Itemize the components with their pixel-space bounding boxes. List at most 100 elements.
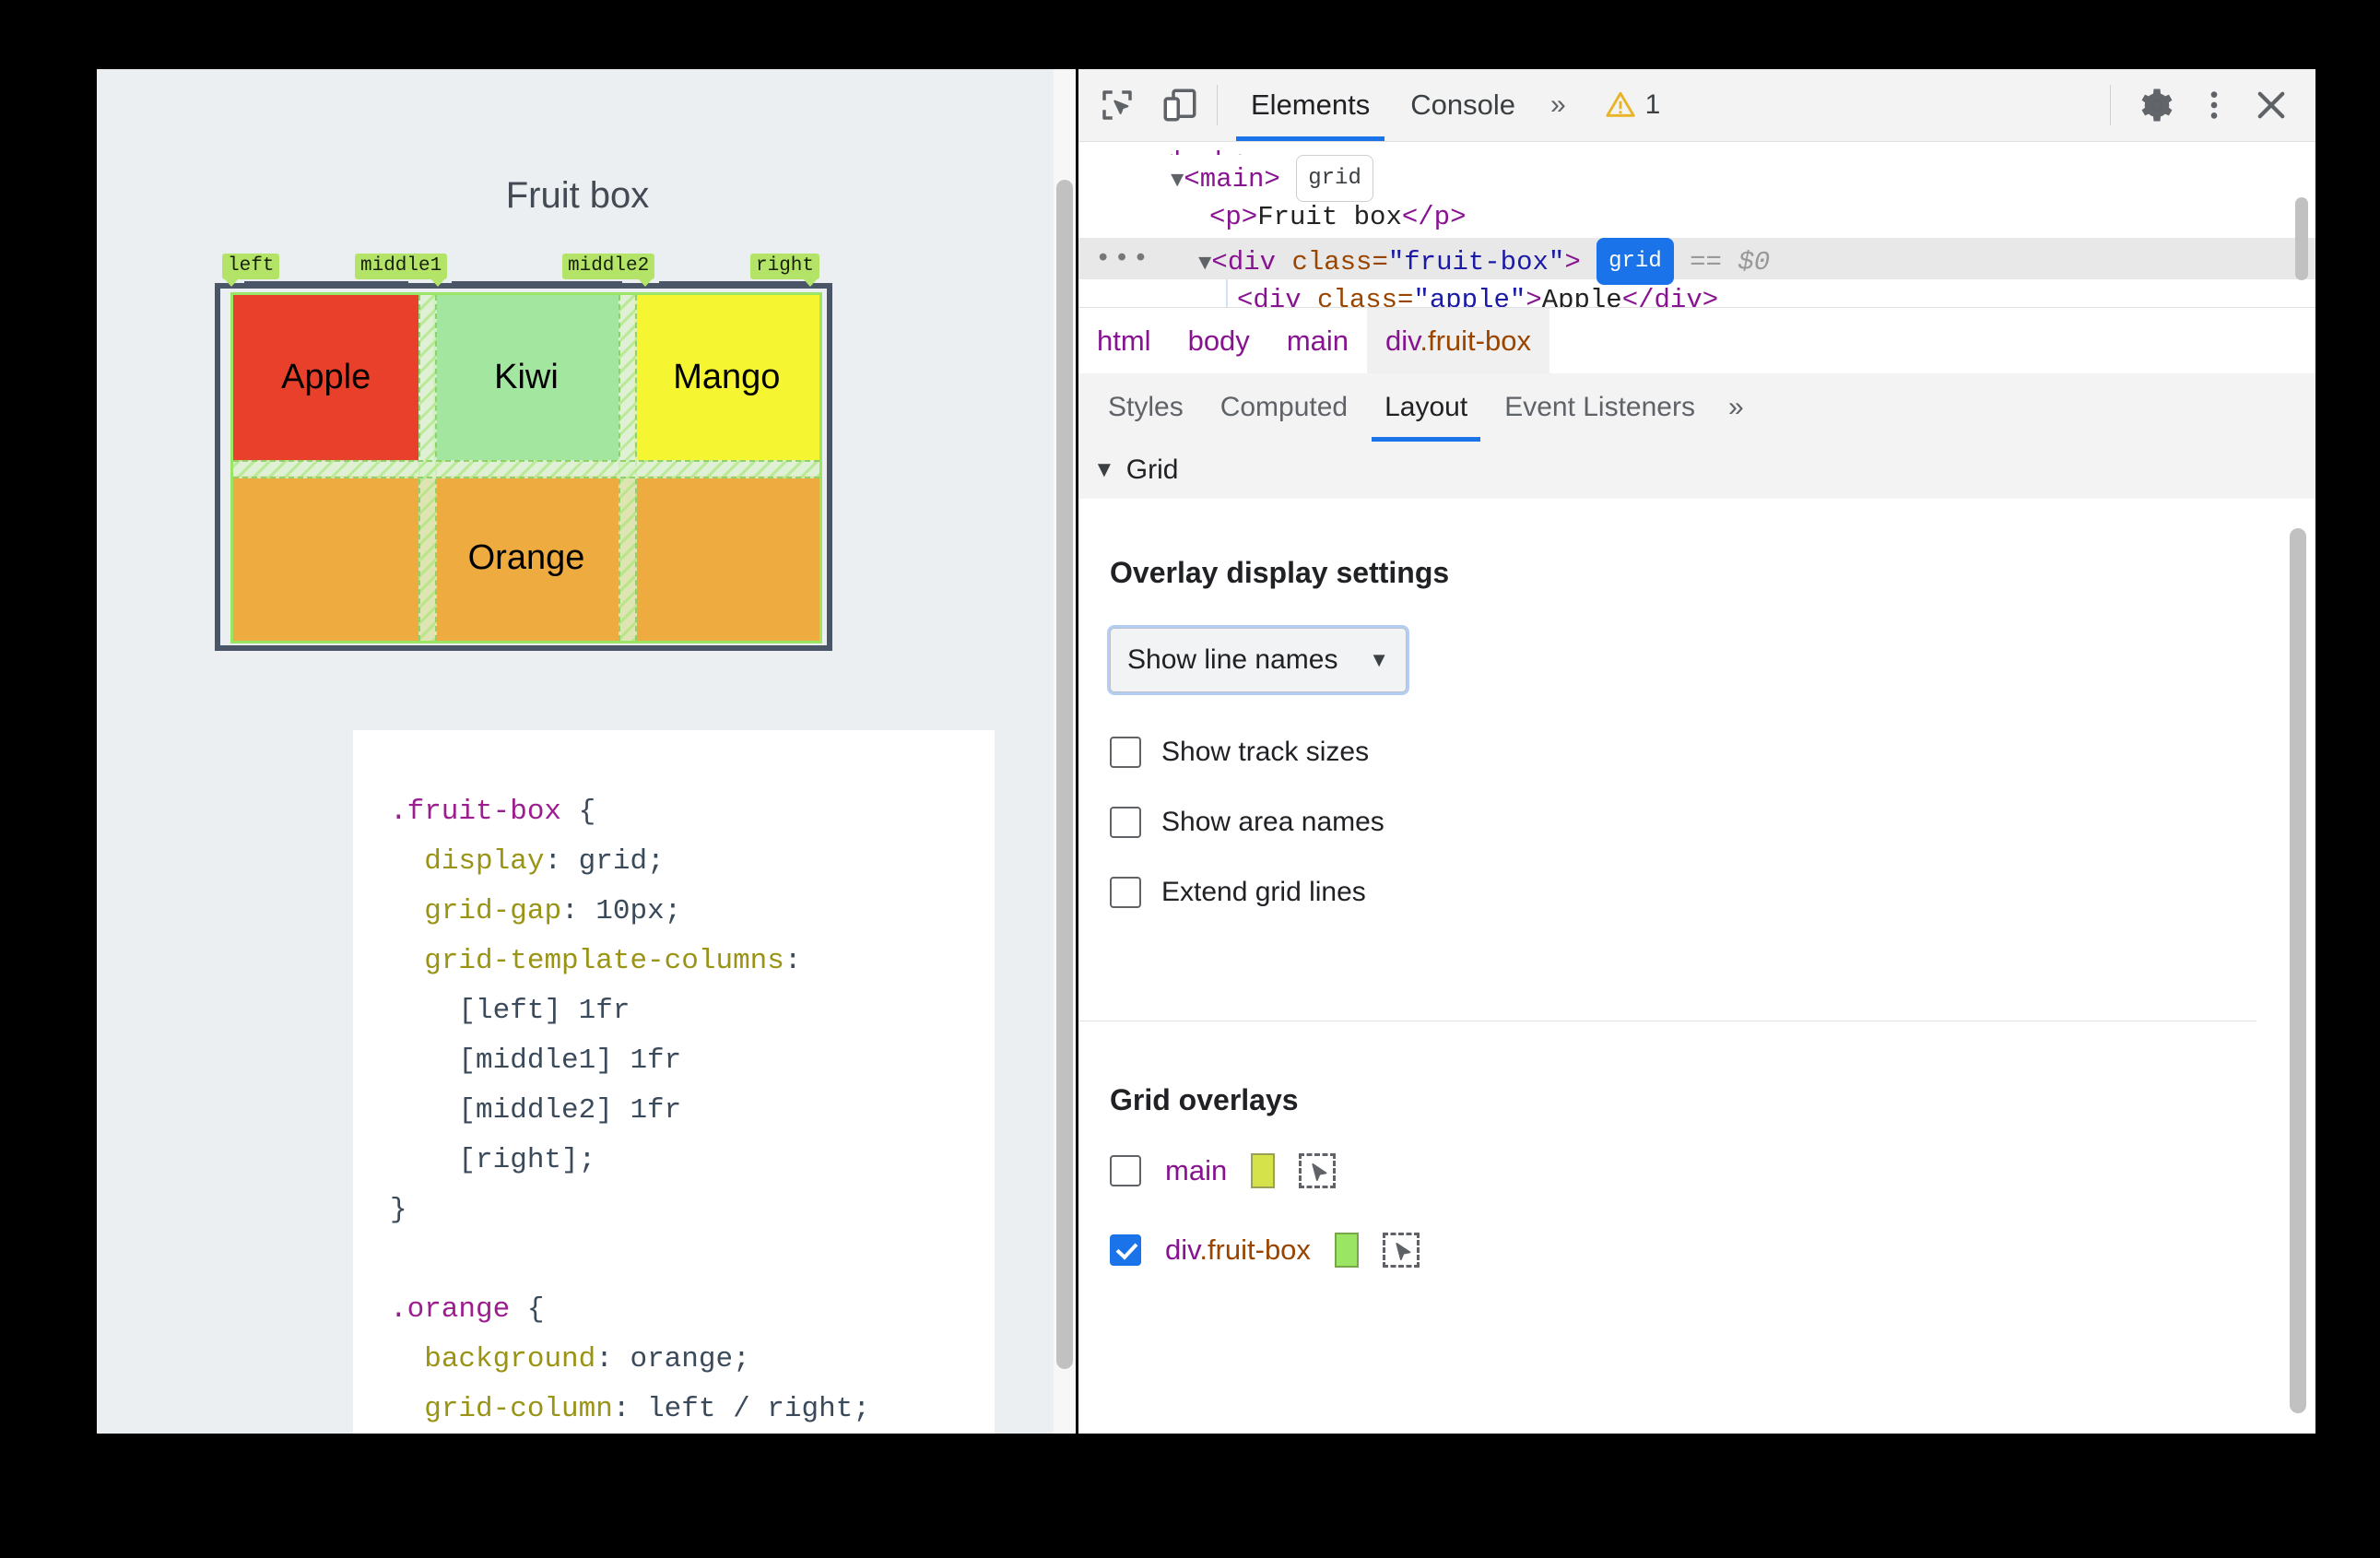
dom-text-fruit-box: Fruit box: [1257, 202, 1402, 232]
dom-attr-class[interactable]: class: [1291, 247, 1372, 277]
dom-row-p[interactable]: <p>Fruit box</p>: [1078, 196, 2315, 238]
breadcrumb: html body main div.fruit-box: [1078, 307, 2315, 375]
breadcrumb-item-div-fruit-box[interactable]: div.fruit-box: [1367, 308, 1549, 374]
checkbox-overlay-main[interactable]: [1110, 1155, 1141, 1186]
toolbar-right-group: [2097, 81, 2315, 129]
checkbox-label-show-area-names: Show area names: [1161, 807, 1384, 837]
css-prop-grid-template-columns: grid-template-columns: [424, 945, 784, 977]
grid-overlay-row-main[interactable]: main: [1110, 1153, 1337, 1188]
checkbox-label-show-track-sizes: Show track sizes: [1161, 737, 1370, 767]
element-picker-icon-main[interactable]: [1299, 1153, 1337, 1188]
tab-styles[interactable]: Styles: [1090, 373, 1202, 442]
page-viewport: Fruit box Apple Kiwi Mango Orange left m…: [97, 69, 1058, 1434]
dom-grid-badge-main[interactable]: grid: [1296, 155, 1373, 202]
tab-console[interactable]: Console: [1390, 69, 1536, 141]
dom-tag-div: div: [1227, 247, 1277, 277]
dom-tag-div-apple: div: [1253, 285, 1302, 308]
gear-icon[interactable]: [2133, 81, 2181, 129]
css-val-display: grid;: [578, 845, 665, 878]
page-scrollbar-thumb[interactable]: [1056, 180, 1073, 1369]
tab-computed[interactable]: Computed: [1202, 373, 1366, 442]
fruit-box-grid: Apple Kiwi Mango Orange: [230, 292, 822, 643]
devtools-toolbar: Elements Console » 1: [1078, 69, 2315, 142]
dom-tag-p-close: </p>: [1401, 202, 1467, 232]
device-toolbar-icon[interactable]: [1156, 81, 1204, 129]
dom-grid-badge-fruit-box[interactable]: grid: [1596, 238, 1674, 285]
css-code-card: .fruit-box { display: grid; grid-gap: 10…: [353, 730, 995, 1434]
sidebar-panel-tabs: Styles Computed Layout Event Listeners »: [1078, 373, 2315, 443]
more-tabs-chevron-icon[interactable]: »: [1536, 89, 1581, 121]
element-picker-icon-div-fruit-box[interactable]: [1382, 1233, 1420, 1268]
grid-section-header[interactable]: ▼ Grid: [1078, 442, 2315, 500]
dom-expand-triangle-fruit-box[interactable]: ▼: [1198, 252, 1211, 277]
checkbox-extend-grid-lines[interactable]: [1110, 877, 1141, 908]
css-prop-grid-gap: grid-gap: [424, 895, 562, 927]
chevron-down-icon: ▼: [1369, 648, 1389, 671]
fruit-box-grid-wrap: Apple Kiwi Mango Orange: [230, 292, 822, 643]
breadcrumb-tag: div: [1385, 325, 1420, 357]
css-prop-grid-column: grid-column: [424, 1393, 613, 1425]
grid-overlay-color-swatch-main[interactable]: [1251, 1153, 1276, 1188]
breadcrumb-item-main[interactable]: main: [1268, 308, 1367, 374]
close-icon[interactable]: [2247, 81, 2295, 129]
warning-badge[interactable]: 1: [1605, 89, 1661, 121]
dom-text-apple: Apple: [1541, 285, 1622, 308]
checkbox-show-area-names[interactable]: [1110, 807, 1141, 838]
screenshot-root: Fruit box Apple Kiwi Mango Orange left m…: [0, 0, 2380, 1558]
breadcrumb-class: .fruit-box: [1420, 325, 1531, 357]
dom-row-main[interactable]: ▼<main> grid: [1078, 155, 2315, 202]
css-code-block: .fruit-box { display: grid; grid-gap: 10…: [390, 796, 870, 1425]
css-prop-background: background: [424, 1343, 596, 1375]
grid-overlay-tag: div: [1165, 1233, 1200, 1266]
css-val-grid-column: left / right;: [647, 1393, 870, 1425]
dom-attr-class-apple[interactable]: class: [1317, 285, 1397, 308]
warning-triangle-icon: [1606, 91, 1635, 117]
breadcrumb-item-html[interactable]: html: [1078, 308, 1170, 374]
line-names-select-value: Show line names: [1127, 644, 1338, 675]
checkbox-show-track-sizes[interactable]: [1110, 737, 1141, 768]
dom-row-menu-dots[interactable]: •••: [1095, 238, 1151, 279]
css-val-background: orange;: [630, 1343, 750, 1375]
grid-overlay-color-swatch-div-fruit-box[interactable]: [1334, 1233, 1359, 1268]
more-options-icon[interactable]: [2190, 81, 2238, 129]
css-val-col-middle1: [middle1] 1fr: [458, 1045, 682, 1077]
grid-cell-mango: Mango: [633, 295, 819, 461]
dom-row-apple[interactable]: <div class="apple">Apple</div>: [1078, 279, 2315, 308]
checkbox-row-show-track-sizes[interactable]: Show track sizes: [1110, 737, 1369, 768]
grid-overlays-title: Grid overlays: [1110, 1083, 1299, 1116]
dom-attr-value-apple[interactable]: apple: [1430, 285, 1510, 308]
dom-attr-value-fruit-box[interactable]: fruit-box: [1404, 247, 1549, 277]
panel-more-tabs-chevron-icon[interactable]: »: [1714, 392, 1759, 423]
inspect-element-icon[interactable]: [1093, 81, 1141, 129]
dom-tag-p-open: <p>: [1209, 202, 1258, 232]
warning-count: 1: [1644, 89, 1661, 120]
line-name-connector-3: [659, 281, 811, 285]
css-val-col-left: [left] 1fr: [458, 995, 630, 1027]
checkbox-label-extend-grid-lines: Extend grid lines: [1161, 877, 1366, 907]
dom-tree[interactable]: <body> ▼<main> grid <p>Fruit box</p> •••…: [1078, 142, 2315, 308]
dom-tree-scrollbar-thumb[interactable]: [2295, 197, 2308, 280]
grid-cell-apple: Apple: [233, 295, 419, 461]
dom-row-fruit-box[interactable]: ••• ▼<div class="fruit-box"> grid == $0: [1078, 238, 2315, 285]
css-selector-fruit-box: .fruit-box: [390, 796, 562, 828]
dom-expand-triangle-main[interactable]: ▼: [1171, 169, 1184, 194]
grid-overlay-row-div-fruit-box[interactable]: div.fruit-box: [1110, 1233, 1420, 1268]
checkbox-overlay-div-fruit-box[interactable]: [1110, 1234, 1141, 1266]
toolbar-divider-2: [2110, 85, 2111, 125]
grid-line-name-right: right: [750, 254, 820, 287]
tab-layout[interactable]: Layout: [1366, 373, 1486, 442]
layout-panel-scrollbar-thumb[interactable]: [2290, 528, 2306, 1413]
tab-event-listeners[interactable]: Event Listeners: [1486, 373, 1714, 442]
layout-panel-body: Overlay display settings Show line names…: [1078, 499, 2315, 1434]
line-name-connector-1: [244, 281, 408, 285]
checkbox-row-extend-grid-lines[interactable]: Extend grid lines: [1110, 877, 1366, 908]
grid-cell-orange: Orange: [233, 475, 819, 641]
checkbox-row-show-area-names[interactable]: Show area names: [1110, 807, 1384, 838]
dom-row-clipped[interactable]: <body>: [1078, 142, 2315, 155]
tab-elements[interactable]: Elements: [1231, 69, 1390, 141]
line-names-select[interactable]: Show line names ▼: [1110, 628, 1407, 692]
grid-section-collapse-triangle-icon[interactable]: ▼: [1093, 457, 1115, 483]
breadcrumb-item-body[interactable]: body: [1170, 308, 1268, 374]
toolbar-divider: [1217, 85, 1218, 125]
page-title: Fruit box: [505, 175, 650, 216]
